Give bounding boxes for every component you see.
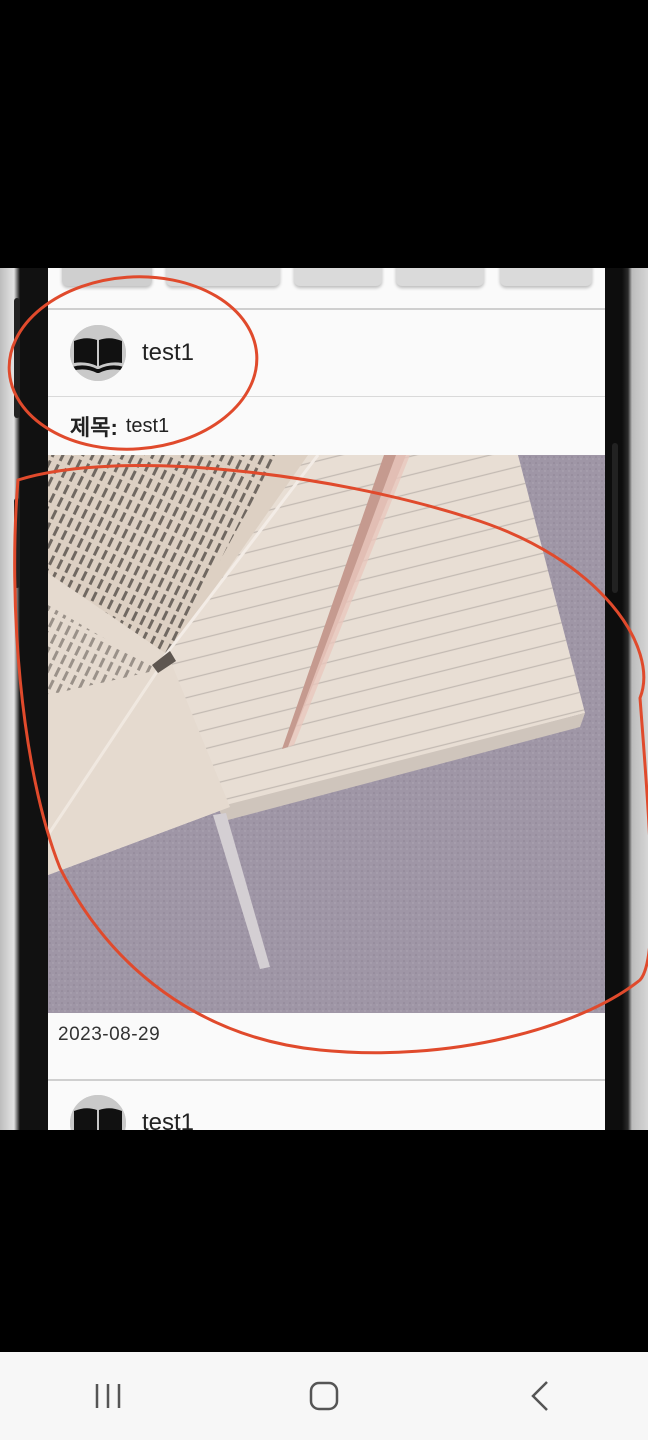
phone-frame-right: [604, 268, 648, 1130]
category-tab[interactable]: [396, 268, 484, 286]
post-card[interactable]: test1 제목: test1 2023-08-29: [48, 310, 605, 1081]
category-tab[interactable]: [166, 268, 280, 286]
post-header[interactable]: test1: [48, 310, 605, 397]
post-username: test1: [142, 339, 195, 366]
category-tab[interactable]: [62, 268, 152, 286]
post-date: 2023-08-29: [58, 1024, 161, 1045]
category-tab-bar: [48, 268, 605, 310]
back-button[interactable]: [480, 1352, 600, 1440]
phone-screenshot-region: test1 제목: test1 2023-08-29 test1: [0, 268, 648, 1130]
phone-power-button: [612, 443, 618, 593]
post-photo[interactable]: [48, 455, 605, 1013]
recent-apps-button[interactable]: [48, 1352, 168, 1440]
home-icon: [309, 1381, 339, 1411]
post-header[interactable]: test1: [48, 1080, 605, 1130]
phone-side-button: [14, 498, 20, 588]
post-username: test1: [142, 1109, 195, 1130]
open-book-icon: [70, 325, 126, 381]
category-tab[interactable]: [500, 268, 592, 286]
avatar[interactable]: [70, 1095, 126, 1130]
post-title-label: 제목:: [70, 415, 118, 440]
home-button[interactable]: [264, 1352, 384, 1440]
open-book-icon: [70, 1095, 126, 1130]
post-title-row: 제목: test1: [48, 397, 605, 455]
back-icon: [531, 1381, 548, 1411]
phone-side-button: [14, 298, 20, 418]
category-tab[interactable]: [294, 268, 382, 286]
post-title-value: test1: [125, 414, 170, 437]
recent-apps-icon: [95, 1384, 121, 1408]
system-navigation-bar: [0, 1352, 648, 1440]
app-screen: test1 제목: test1 2023-08-29 test1: [48, 268, 605, 1130]
post-card[interactable]: test1: [48, 1080, 605, 1130]
avatar[interactable]: [70, 325, 126, 381]
